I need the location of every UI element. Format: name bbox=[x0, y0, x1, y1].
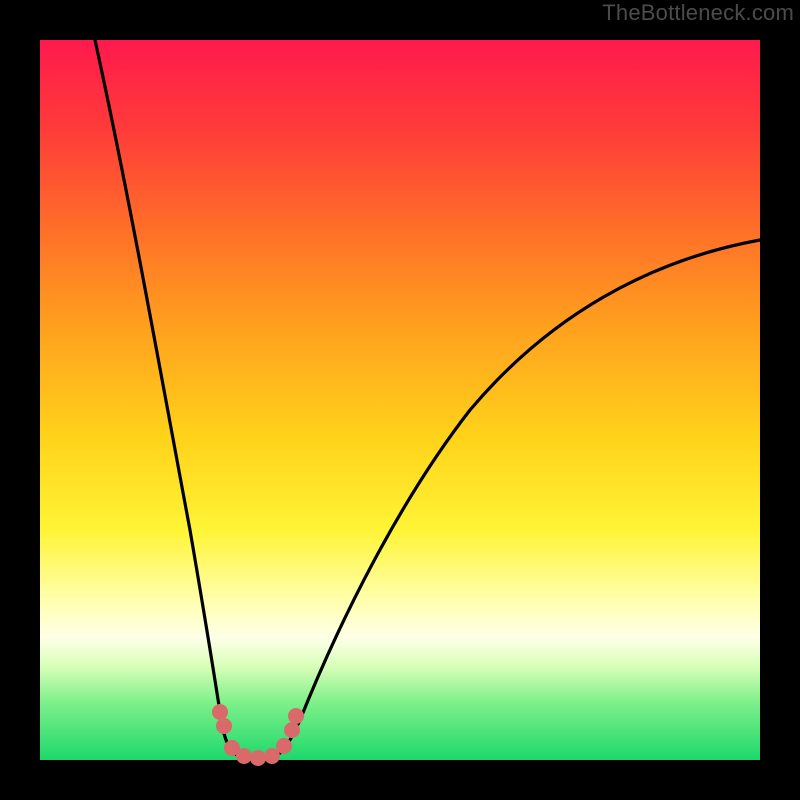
marker-dot bbox=[288, 708, 304, 724]
chart-frame: TheBottleneck.com bbox=[0, 0, 800, 800]
marker-dot bbox=[250, 750, 266, 766]
watermark-label: TheBottleneck.com bbox=[602, 0, 794, 26]
marker-dot bbox=[284, 722, 300, 738]
plot-area bbox=[40, 40, 760, 760]
marker-dot bbox=[216, 718, 232, 734]
marker-dot bbox=[236, 748, 252, 764]
curve-layer bbox=[40, 40, 760, 760]
curve-left-branch bbox=[95, 40, 245, 758]
marker-dot bbox=[276, 738, 292, 754]
marker-dot bbox=[212, 704, 228, 720]
curve-right-branch bbox=[270, 240, 760, 758]
